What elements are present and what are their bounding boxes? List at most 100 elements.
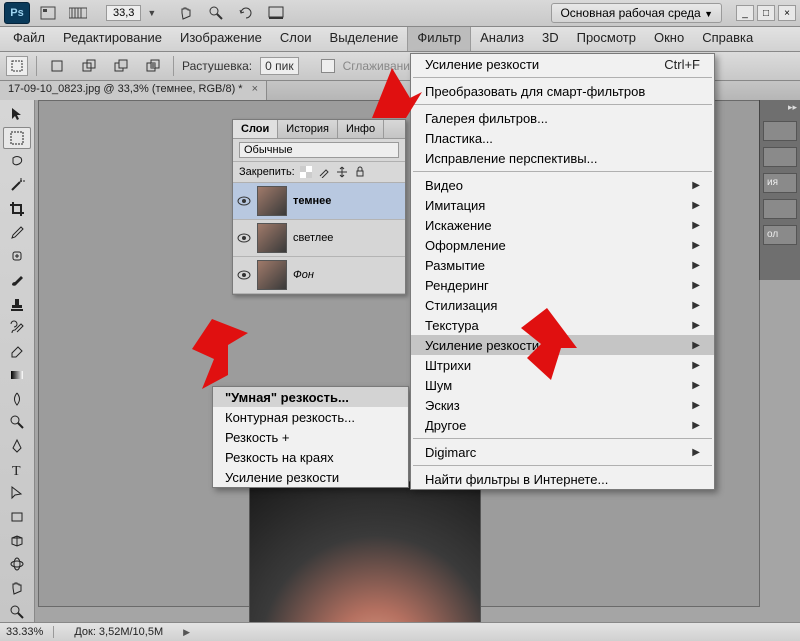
menu-item-distort[interactable]: Искажение▶ [411, 215, 714, 235]
document-tab-close-icon[interactable]: × [252, 83, 258, 95]
layer-row[interactable]: Фон [233, 257, 405, 294]
selection-subtract-icon[interactable] [109, 55, 133, 77]
submenu-item-sharpen[interactable]: Усиление резкости [213, 467, 408, 487]
maximize-button[interactable]: □ [757, 5, 775, 21]
menu-edit[interactable]: Редактирование [54, 27, 171, 51]
menu-item-other[interactable]: Другое▶ [411, 415, 714, 435]
tool-blur[interactable] [3, 387, 31, 410]
menu-item-digimarc[interactable]: Digimarc▶ [411, 442, 714, 462]
visibility-icon[interactable] [237, 268, 251, 282]
tool-gradient[interactable] [3, 364, 31, 387]
lock-position-icon[interactable] [335, 165, 349, 179]
tool-wand[interactable] [3, 174, 31, 197]
selection-intersect-icon[interactable] [141, 55, 165, 77]
tab-info[interactable]: Инфо [338, 120, 384, 138]
tab-history[interactable]: История [278, 120, 338, 138]
menu-item-sketch[interactable]: Эскиз▶ [411, 395, 714, 415]
tab-layers[interactable]: Слои [233, 120, 278, 138]
lock-all-icon[interactable] [353, 165, 367, 179]
zoom-tool-icon[interactable] [204, 2, 228, 24]
menu-window[interactable]: Окно [645, 27, 693, 51]
tool-move[interactable] [3, 103, 31, 126]
menu-item-liquify[interactable]: Пластика... [411, 128, 714, 148]
tool-stamp[interactable] [3, 293, 31, 316]
status-zoom[interactable]: 33.33% [6, 626, 54, 638]
submenu-item-unsharp-mask[interactable]: Контурная резкость... [213, 407, 408, 427]
tool-eraser[interactable] [3, 340, 31, 363]
lock-brush-icon[interactable] [317, 165, 331, 179]
visibility-icon[interactable] [237, 194, 251, 208]
zoom-display-top[interactable]: 33,3 [106, 5, 141, 21]
menu-select[interactable]: Выделение [321, 27, 408, 51]
blend-mode-select[interactable]: Обычные [239, 142, 399, 158]
tool-zoom[interactable] [3, 600, 31, 623]
tool-heal[interactable] [3, 245, 31, 268]
menu-item-artistic[interactable]: Имитация▶ [411, 195, 714, 215]
selection-new-icon[interactable] [45, 55, 69, 77]
layers-panel[interactable]: Слои История Инфо Обычные Закрепить: тем… [232, 119, 406, 295]
menu-separator [413, 438, 712, 439]
status-menu-icon[interactable]: ▶ [183, 627, 190, 638]
tool-shape[interactable] [3, 506, 31, 529]
tool-type[interactable]: T [3, 458, 31, 481]
close-button[interactable]: × [778, 5, 796, 21]
menu-image[interactable]: Изображение [171, 27, 271, 51]
visibility-icon[interactable] [237, 231, 251, 245]
menu-filter[interactable]: Фильтр [407, 27, 471, 51]
antialias-checkbox[interactable] [321, 59, 335, 73]
current-tool-icon[interactable] [6, 56, 28, 76]
tool-crop[interactable] [3, 198, 31, 221]
filmstrip-icon[interactable] [66, 2, 90, 24]
submenu-item-sharpen-more[interactable]: Резкость + [213, 427, 408, 447]
menu-item-last-filter[interactable]: Усиление резкости Ctrl+F [411, 54, 714, 74]
tool-path-select[interactable] [3, 482, 31, 505]
layer-row[interactable]: светлее [233, 220, 405, 257]
document-tab[interactable]: 17-09-10_0823.jpg @ 33,3% (темнее, RGB/8… [0, 81, 267, 101]
dock-stub[interactable]: ол [763, 225, 797, 245]
selection-add-icon[interactable] [77, 55, 101, 77]
tool-history-brush[interactable] [3, 316, 31, 339]
menu-item-browse-filters[interactable]: Найти фильтры в Интернете... [411, 469, 714, 489]
menu-item-video[interactable]: Видео▶ [411, 175, 714, 195]
hand-tool-icon[interactable] [174, 2, 198, 24]
bridge-icon[interactable] [36, 2, 60, 24]
lock-transparency-icon[interactable] [299, 165, 313, 179]
menu-item-vanishing-point[interactable]: Исправление перспективы... [411, 148, 714, 168]
workspace-switcher[interactable]: Основная рабочая среда ▼ [551, 3, 722, 23]
menu-3d[interactable]: 3D [533, 27, 568, 51]
tool-dodge[interactable] [3, 411, 31, 434]
menu-item-filter-gallery[interactable]: Галерея фильтров... [411, 108, 714, 128]
tool-marquee[interactable] [3, 127, 31, 150]
tool-lasso[interactable] [3, 150, 31, 173]
tool-3d-object[interactable] [3, 529, 31, 552]
dock-stub[interactable] [763, 121, 797, 141]
tool-eyedropper[interactable] [3, 221, 31, 244]
menu-layers[interactable]: Слои [271, 27, 321, 51]
menu-item-blur[interactable]: Размытие▶ [411, 255, 714, 275]
zoom-dropdown-icon[interactable]: ▼ [147, 8, 156, 18]
submenu-item-smart-sharpen[interactable]: "Умная" резкость... [213, 387, 408, 407]
layer-row[interactable]: темнее [233, 183, 405, 220]
screen-mode-icon[interactable] [264, 2, 288, 24]
tool-brush[interactable] [3, 269, 31, 292]
rotate-view-icon[interactable] [234, 2, 258, 24]
right-dock[interactable]: ▸▸ ия ол [759, 100, 800, 280]
canvas[interactable] [249, 481, 481, 641]
menu-item-convert-smart[interactable]: Преобразовать для смарт-фильтров [411, 81, 714, 101]
menu-file[interactable]: Файл [4, 27, 54, 51]
right-dock-expand-icon[interactable]: ▸▸ [760, 100, 800, 115]
dock-stub[interactable]: ия [763, 173, 797, 193]
menu-item-render[interactable]: Рендеринг▶ [411, 275, 714, 295]
menu-analysis[interactable]: Анализ [471, 27, 533, 51]
menu-help[interactable]: Справка [693, 27, 762, 51]
menu-view[interactable]: Просмотр [568, 27, 645, 51]
dock-stub[interactable] [763, 147, 797, 167]
minimize-button[interactable]: _ [736, 5, 754, 21]
dock-stub[interactable] [763, 199, 797, 219]
tool-hand[interactable] [3, 577, 31, 600]
menu-item-pixelate[interactable]: Оформление▶ [411, 235, 714, 255]
tool-pen[interactable] [3, 435, 31, 458]
feather-input[interactable]: 0 пик [260, 57, 298, 75]
submenu-item-sharpen-edges[interactable]: Резкость на краях [213, 447, 408, 467]
tool-3d-camera[interactable] [3, 553, 31, 576]
